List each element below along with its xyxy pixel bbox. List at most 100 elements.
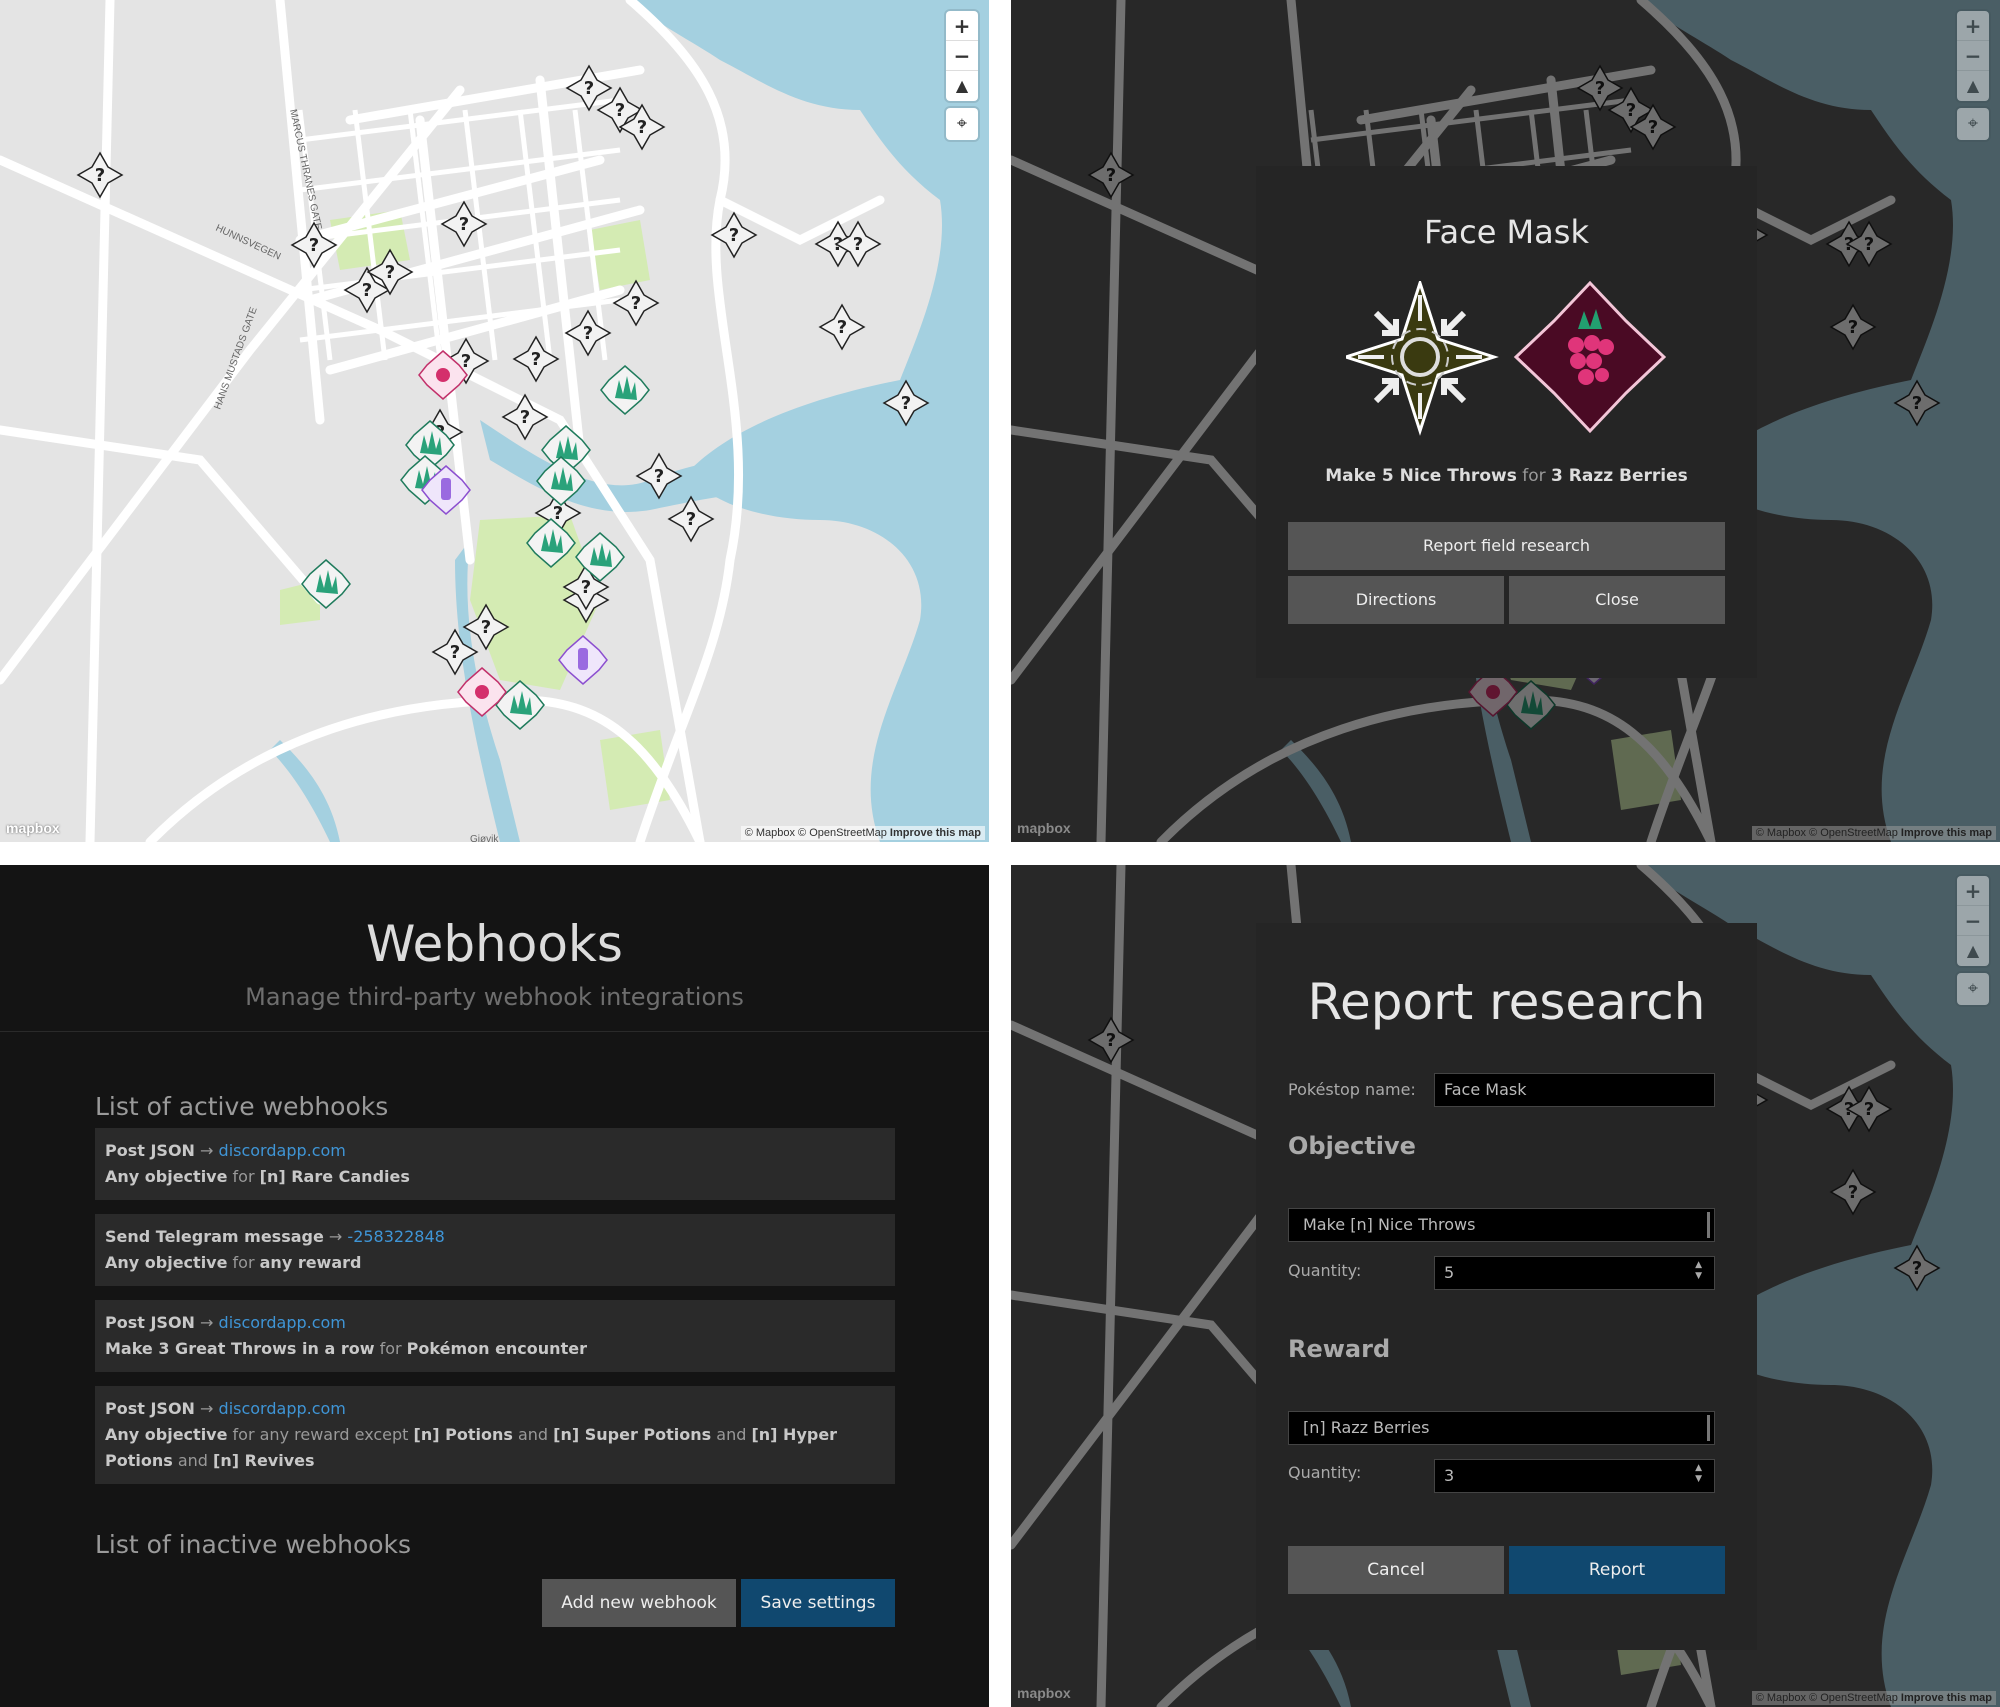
pokestop-title: Face Mask (1424, 213, 1589, 251)
webhook-target[interactable]: -258322848 (347, 1227, 444, 1246)
spinner-arrows-icon[interactable]: ▲ ▼ (1695, 1463, 1702, 1485)
svg-text:?: ? (553, 503, 563, 524)
svg-text:?: ? (637, 117, 647, 138)
webhook-item[interactable]: Send Telegram message → -258322848 Any o… (95, 1214, 895, 1286)
unknown-pokestop-icon: ? (512, 335, 560, 383)
road (0, 425, 325, 605)
reward-heading: Reward (1288, 1335, 1391, 1363)
attribution-text[interactable]: © Mapbox © OpenStreetMap (1756, 827, 1898, 839)
webhook-item[interactable]: Post JSON → discordapp.com Make 3 Great … (95, 1300, 895, 1372)
divider (0, 1031, 989, 1032)
river (270, 740, 340, 842)
improve-map-link[interactable]: Improve this map (1901, 827, 1992, 839)
task-for: for (1522, 466, 1546, 486)
svg-text:?: ? (729, 225, 739, 246)
mapbox-logo[interactable]: mapbox (1017, 1685, 1071, 1701)
unknown-pokestop-icon: ? (76, 151, 124, 199)
attribution-text[interactable]: © Mapbox © OpenStreetMap (1756, 1692, 1898, 1704)
webhook-target[interactable]: discordapp.com (219, 1141, 346, 1160)
dialog-title: Report research (1307, 973, 1706, 1031)
filter-connector: and (512, 1425, 554, 1444)
filter-term: any reward (259, 1253, 362, 1272)
research-icons (1346, 281, 1666, 436)
svg-text:?: ? (837, 317, 847, 338)
filter-connector: for (227, 1167, 260, 1186)
filter-term: [n] Revives (213, 1451, 315, 1470)
webhook-action: Post JSON (105, 1141, 195, 1160)
unknown-pokestop-icon: ? (501, 393, 549, 441)
objective-quantity-value: 5 (1444, 1263, 1455, 1282)
svg-text:?: ? (901, 393, 911, 414)
zoom-out-button[interactable]: − (946, 41, 978, 71)
webhook-action: Send Telegram message (105, 1227, 324, 1246)
cancel-button[interactable]: Cancel (1288, 1546, 1504, 1594)
filter-term: Any objective (105, 1425, 228, 1444)
zoom-in-button[interactable]: + (1957, 876, 1989, 906)
map-panel-report[interactable]: ?????????????????????????? + − ▲ ⌖ mapbo… (1011, 865, 2000, 1707)
save-settings-button[interactable]: Save settings (741, 1579, 895, 1627)
filter-term: [n] Rare Candies (259, 1167, 410, 1186)
svg-text:?: ? (654, 466, 664, 487)
improve-map-link[interactable]: Improve this map (1901, 1692, 1992, 1704)
street-label: Gjøvik (470, 834, 499, 842)
filter-term: Pokémon encounter (406, 1339, 587, 1358)
filter-term: Make 3 Great Throws in a row (105, 1339, 375, 1358)
webhook-filter: Any objective for [n] Rare Candies (105, 1164, 885, 1190)
road (85, 0, 115, 842)
reward-quantity-value: 3 (1444, 1466, 1455, 1485)
report-research-dialog: Report research Pokéstop name: Face Mask… (1256, 923, 1757, 1650)
compass-button[interactable]: ▲ (946, 71, 978, 101)
zoom-in-button[interactable]: + (946, 11, 978, 41)
compass-button[interactable]: ▲ (1957, 71, 1989, 101)
map-canvas[interactable]: MARCUS THRANES GATEHUNNSVEGENHANS MUSTAD… (0, 0, 989, 842)
filter-connector: and (711, 1425, 752, 1444)
add-webhook-button[interactable]: Add new webhook (542, 1579, 736, 1627)
close-button[interactable]: Close (1509, 576, 1725, 624)
webhook-filter: Make 3 Great Throws in a row for Pokémon… (105, 1336, 885, 1362)
mapbox-logo[interactable]: mapbox (6, 820, 60, 836)
webhook-target[interactable]: discordapp.com (219, 1313, 346, 1332)
webhook-target[interactable]: discordapp.com (219, 1399, 346, 1418)
objective-select[interactable]: Make [n] Nice Throws (1288, 1208, 1715, 1242)
reward-quantity-label: Quantity: (1288, 1463, 1362, 1482)
zoom-in-button[interactable]: + (1957, 11, 1989, 41)
svg-text:?: ? (309, 235, 319, 256)
reward-select[interactable]: [n] Razz Berries (1288, 1411, 1715, 1445)
svg-text:?: ? (385, 262, 395, 283)
report-button[interactable]: Report (1509, 1546, 1725, 1594)
webhook-item[interactable]: Post JSON → discordapp.com Any objective… (95, 1128, 895, 1200)
reward-quantity-input[interactable]: 3 ▲ ▼ (1434, 1459, 1715, 1493)
compass-button[interactable]: ▲ (1957, 936, 1989, 966)
spinner-arrows-icon[interactable]: ▲ ▼ (1695, 1260, 1702, 1282)
geolocate-button[interactable]: ⌖ (1957, 108, 1989, 140)
map-panel-main[interactable]: MARCUS THRANES GATE HUNNSVEGEN HANS MUSTAD… (0, 0, 989, 842)
report-field-research-button[interactable]: Report field research (1288, 522, 1725, 570)
mapbox-logo[interactable]: mapbox (1017, 820, 1071, 836)
directions-button[interactable]: Directions (1288, 576, 1504, 624)
zoom-out-button[interactable]: − (1957, 906, 1989, 936)
webhook-filter: Any objective for any reward (105, 1250, 885, 1276)
nice-throw-icon (1346, 281, 1499, 436)
attribution-text[interactable]: © Mapbox © OpenStreetMap (745, 827, 887, 839)
map-panel-popup[interactable]: ?????????????????????????? + − ▲ ⌖ mapbo… (1011, 0, 2000, 842)
active-webhooks-heading: List of active webhooks (95, 1092, 389, 1121)
arrow-icon: → (328, 1227, 343, 1246)
webhook-item[interactable]: Post JSON → discordapp.com Any objective… (95, 1386, 895, 1484)
svg-text:?: ? (481, 617, 491, 638)
improve-map-link[interactable]: Improve this map (890, 827, 981, 839)
svg-text:?: ? (581, 577, 591, 598)
zoom-out-button[interactable]: − (1957, 41, 1989, 71)
objective-heading: Objective (1288, 1132, 1416, 1160)
svg-text:?: ? (520, 407, 530, 428)
reward-marker-icon (600, 365, 650, 415)
pokestop-name-field[interactable]: Face Mask (1434, 1073, 1715, 1107)
pokestop-name-label: Pokéstop name: (1288, 1080, 1416, 1099)
objective-quantity-input[interactable]: 5 ▲ ▼ (1434, 1256, 1715, 1290)
webhook-action: Post JSON (105, 1399, 195, 1418)
filter-term: Any objective (105, 1167, 228, 1186)
geolocate-button[interactable]: ⌖ (1957, 973, 1989, 1005)
filter-connector: for (374, 1339, 407, 1358)
filter-term: Any objective (105, 1253, 228, 1272)
task-reward: 3 Razz Berries (1551, 466, 1688, 486)
geolocate-button[interactable]: ⌖ (946, 108, 978, 140)
